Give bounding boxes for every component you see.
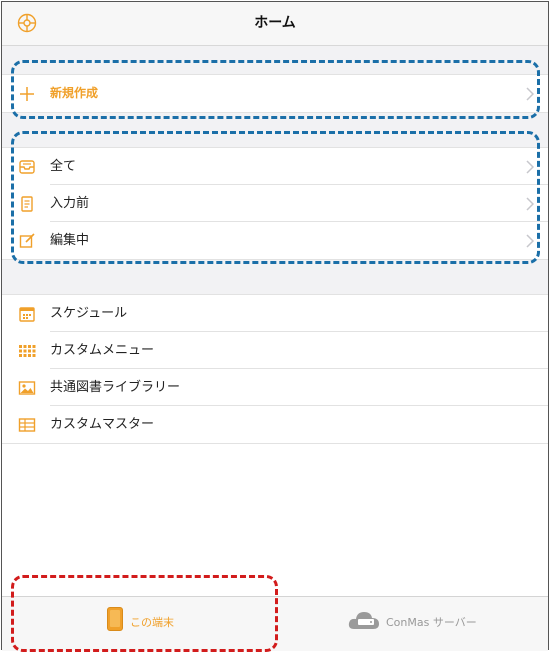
custom-master-row[interactable]: カスタムマスター <box>2 406 548 443</box>
custom-menu-label: カスタムメニュー <box>50 343 155 358</box>
divider <box>2 443 548 444</box>
home-content: 新規作成 全て 入力前 編集中 スケジュール カスタムメニュー 共通図書ライブラ… <box>2 46 548 596</box>
cloud-server-icon <box>348 612 379 629</box>
section-gap <box>2 260 548 294</box>
annotation-highlight-local-tab <box>11 575 278 652</box>
annotation-highlight-create <box>11 60 540 119</box>
schedule-label: スケジュール <box>50 306 128 321</box>
shared-library-label: 共通図書ライブラリー <box>50 380 181 395</box>
annotation-highlight-forms <box>11 131 540 264</box>
tab-conmas-server[interactable]: ConMas サーバー <box>276 597 550 651</box>
custom-master-label: カスタムマスター <box>50 417 155 432</box>
custom-menu-row[interactable]: カスタムメニュー <box>2 332 548 369</box>
schedule-row[interactable]: スケジュール <box>2 295 548 332</box>
grid-icon <box>19 345 36 357</box>
calendar-icon <box>19 307 35 322</box>
page-title: ホーム <box>254 15 296 31</box>
table-icon <box>18 418 36 432</box>
tab-conmas-server-label: ConMas サーバー <box>386 616 477 629</box>
navigation-bar: ホーム <box>2 2 548 46</box>
image-icon <box>18 381 36 395</box>
shared-library-row[interactable]: 共通図書ライブラリー <box>2 369 548 406</box>
